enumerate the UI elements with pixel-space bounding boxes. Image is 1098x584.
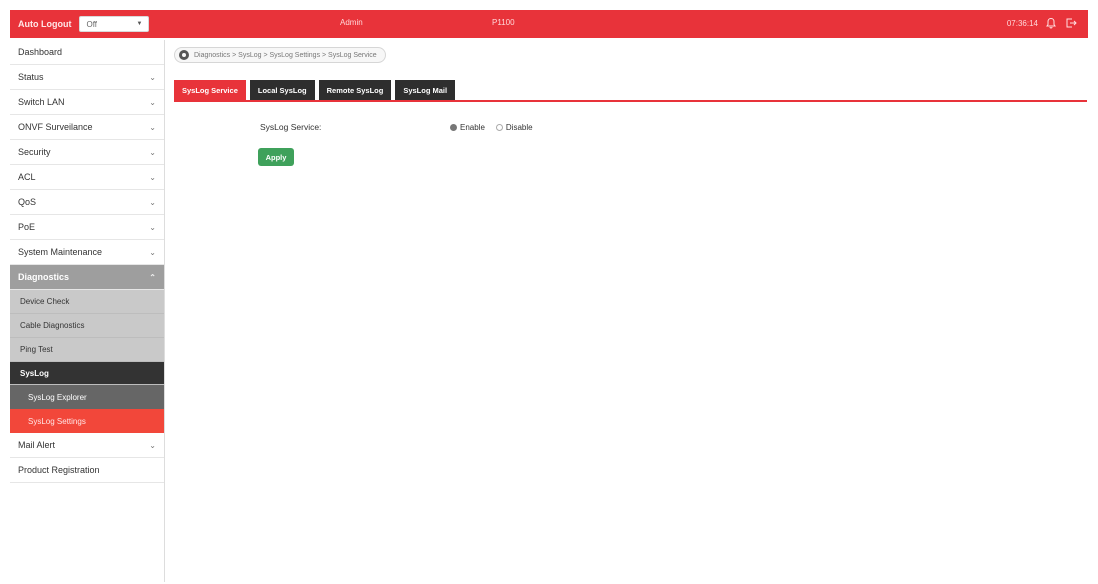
sidebar-item-onvf-surveillance[interactable]: ONVF Surveilance ⌄ xyxy=(10,115,164,140)
sidebar-item-label: ACL xyxy=(18,172,36,182)
sidebar-item-label: ONVF Surveilance xyxy=(18,122,93,132)
sidebar-subitem-syslog[interactable]: SysLog xyxy=(10,362,164,385)
sidebar-item-label: PoE xyxy=(18,222,36,232)
tab-underline xyxy=(174,100,1087,102)
disable-label: Disable xyxy=(505,122,533,132)
tab-label: SysLog Mail xyxy=(403,85,448,95)
chevron-up-icon: ⌃ xyxy=(149,272,156,282)
sidebar-item-dashboard[interactable]: Dashboard xyxy=(10,40,164,65)
tab-label: Local SysLog xyxy=(257,85,307,95)
top-bar: Auto Logout Off ▼ Admin P1100 07:36:14 xyxy=(10,10,1088,38)
sidebar-subitem-label: SysLog Explorer xyxy=(28,392,87,402)
sidebar-item-label: Switch LAN xyxy=(18,97,65,107)
sidebar-item-label: Mail Alert xyxy=(18,440,56,450)
sidebar-subitem-label: Ping Test xyxy=(20,345,53,354)
breadcrumb: Diagnostics > SysLog > SysLog Settings >… xyxy=(174,47,386,63)
syslog-service-radio-group: Enable Disable xyxy=(450,123,541,132)
sidebar-subitem-ping-test[interactable]: Ping Test xyxy=(10,338,164,362)
chevron-down-icon: ⌄ xyxy=(149,440,156,450)
chevron-down-icon: ▼ xyxy=(136,21,143,27)
user-name: Admin xyxy=(340,18,363,27)
sidebar-subitem-syslog-settings[interactable]: SysLog Settings xyxy=(10,409,164,433)
apply-label: Apply xyxy=(265,152,287,162)
sidebar-item-product-registration[interactable]: Product Registration xyxy=(10,458,164,483)
sidebar-item-label: Security xyxy=(18,147,51,157)
tab-remote-syslog[interactable]: Remote SysLog xyxy=(318,80,392,100)
sidebar-item-system-maintenance[interactable]: System Maintenance ⌄ xyxy=(10,240,164,265)
tab-bar: SysLog Service Local SysLog Remote SysLo… xyxy=(174,80,456,100)
auto-logout-label: Auto Logout xyxy=(18,19,72,29)
sidebar-item-status[interactable]: Status ⌄ xyxy=(10,65,164,90)
sidebar-item-label: Dashboard xyxy=(18,47,63,57)
syslog-service-row: SysLog Service: Enable Disable xyxy=(260,122,660,132)
bell-icon[interactable] xyxy=(1044,16,1058,30)
sidebar-item-diagnostics[interactable]: Diagnostics ⌃ xyxy=(10,265,164,290)
chevron-down-icon: ⌄ xyxy=(149,122,156,132)
sidebar-item-security[interactable]: Security ⌄ xyxy=(10,140,164,165)
main-content: Diagnostics > SysLog > SysLog Settings >… xyxy=(172,40,1088,582)
sidebar-item-label: QoS xyxy=(18,197,37,207)
enable-radio[interactable] xyxy=(450,123,457,131)
apply-button[interactable]: Apply xyxy=(258,148,294,166)
sidebar-item-label: Diagnostics xyxy=(18,272,70,282)
sidebar-subitem-label: Cable Diagnostics xyxy=(20,321,85,330)
sidebar-item-poe[interactable]: PoE ⌄ xyxy=(10,215,164,240)
syslog-service-label: SysLog Service: xyxy=(260,122,322,132)
tab-label: SysLog Service xyxy=(182,85,238,95)
chevron-down-icon: ⌄ xyxy=(149,72,156,82)
top-right-area: 07:36:14 xyxy=(1007,16,1078,30)
sidebar-subitem-label: Device Check xyxy=(20,297,70,306)
enable-label: Enable xyxy=(460,122,485,132)
logout-icon[interactable] xyxy=(1064,16,1078,30)
tab-syslog-service[interactable]: SysLog Service xyxy=(174,80,246,100)
sidebar-item-switch-lan[interactable]: Switch LAN ⌄ xyxy=(10,90,164,115)
sidebar-item-mail-alert[interactable]: Mail Alert ⌄ xyxy=(10,433,164,458)
disable-radio[interactable] xyxy=(495,123,503,131)
sidebar-item-label: System Maintenance xyxy=(18,247,103,257)
sidebar-item-label: Status xyxy=(18,72,44,82)
tab-syslog-mail[interactable]: SysLog Mail xyxy=(395,80,456,100)
breadcrumb-text: Diagnostics > SysLog > SysLog Settings >… xyxy=(194,51,377,59)
model-name: P1100 xyxy=(492,18,515,27)
sidebar-item-qos[interactable]: QoS ⌄ xyxy=(10,190,164,215)
chevron-down-icon: ⌄ xyxy=(149,197,156,207)
tab-label: Remote SysLog xyxy=(326,85,384,95)
disable-option[interactable]: Disable xyxy=(495,122,533,132)
sidebar-subitem-label: SysLog xyxy=(20,368,49,378)
chevron-down-icon: ⌄ xyxy=(149,222,156,232)
auto-logout-value: Off xyxy=(86,19,98,29)
clock: 07:36:14 xyxy=(1006,18,1038,28)
sidebar-subitem-device-check[interactable]: Device Check xyxy=(10,290,164,314)
sidebar: Dashboard Status ⌄ Switch LAN ⌄ ONVF Sur… xyxy=(10,40,165,582)
chevron-down-icon: ⌄ xyxy=(149,247,156,257)
sidebar-item-label: Product Registration xyxy=(18,465,100,475)
page-root: Auto Logout Off ▼ Admin P1100 07:36:14 D… xyxy=(0,0,1098,584)
sidebar-item-acl[interactable]: ACL ⌄ xyxy=(10,165,164,190)
chevron-down-icon: ⌄ xyxy=(149,172,156,182)
sidebar-subitem-cable-diagnostics[interactable]: Cable Diagnostics xyxy=(10,314,164,338)
chevron-down-icon: ⌄ xyxy=(149,147,156,157)
sidebar-subitem-syslog-explorer[interactable]: SysLog Explorer xyxy=(10,385,164,409)
tab-local-syslog[interactable]: Local SysLog xyxy=(249,80,315,100)
chevron-down-icon: ⌄ xyxy=(149,97,156,107)
settings-icon xyxy=(179,50,189,60)
auto-logout-select[interactable]: Off ▼ xyxy=(79,16,150,32)
enable-option[interactable]: Enable xyxy=(450,123,485,132)
sidebar-subitem-label: SysLog Settings xyxy=(28,416,86,426)
